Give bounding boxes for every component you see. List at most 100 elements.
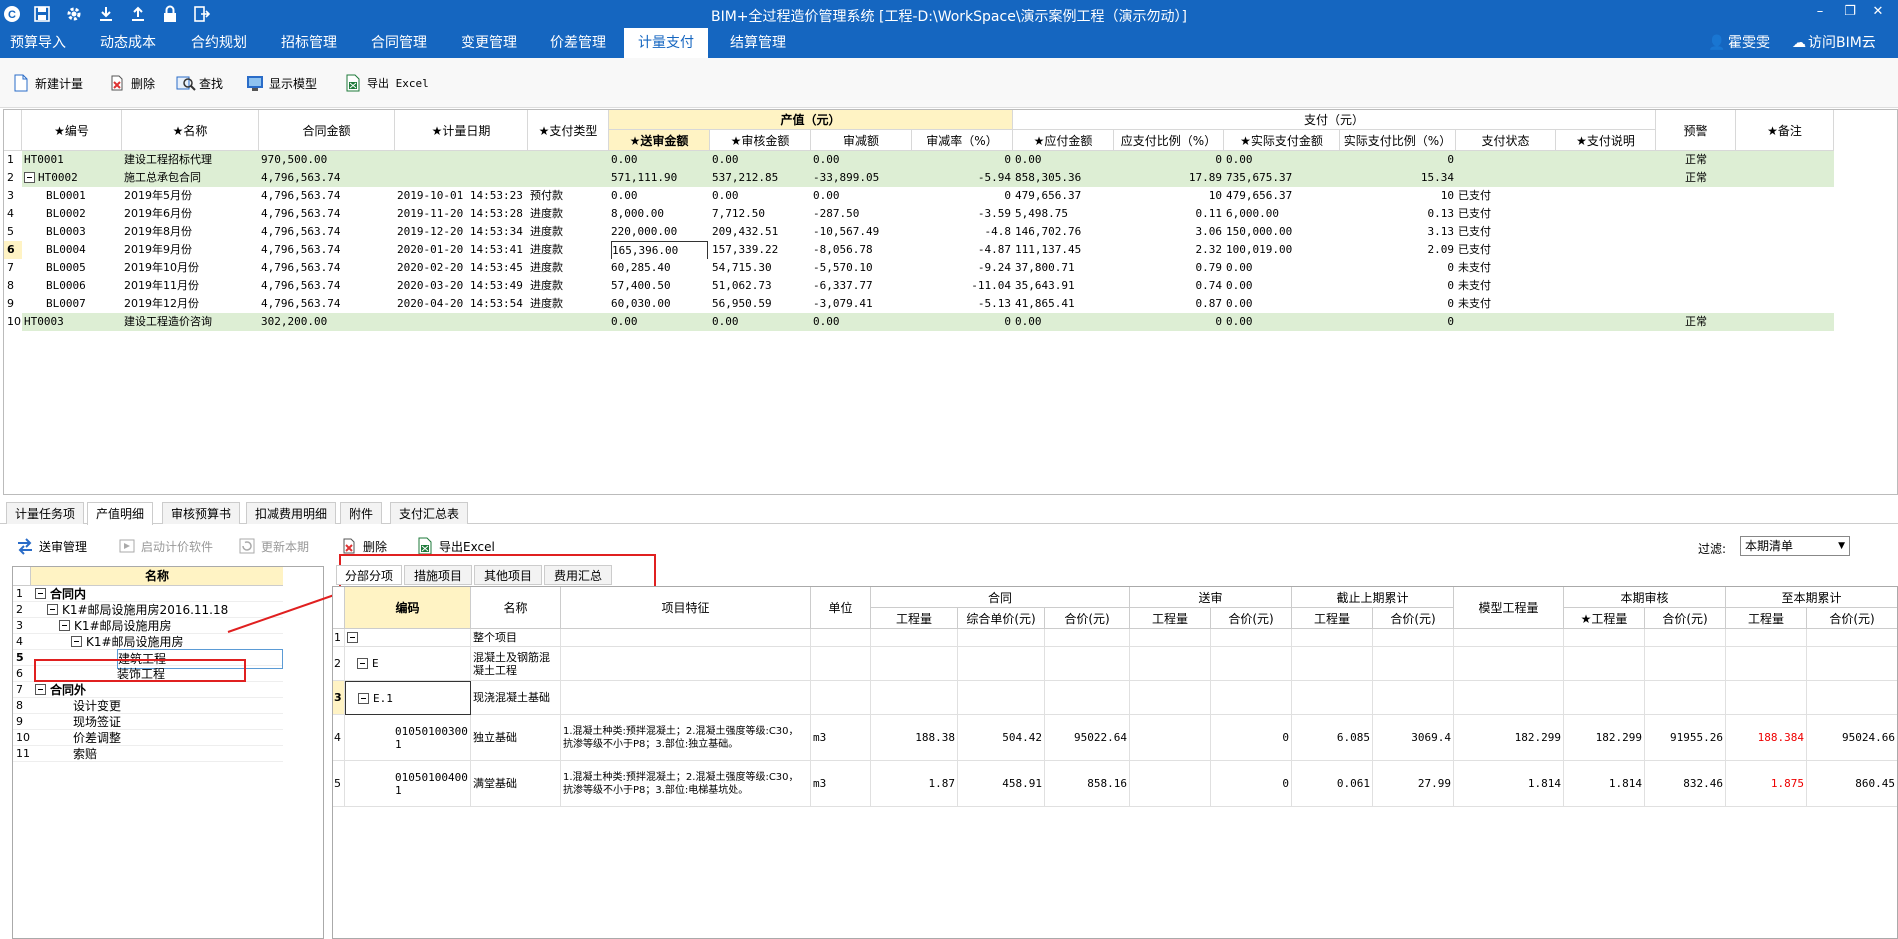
collapse-icon[interactable] (59, 620, 70, 631)
detail-cell[interactable]: 27.99 (1373, 761, 1454, 807)
contract-row[interactable]: 1 HT0001 建设工程招标代理 970,500.00 0.00 0.00 0.00 0 0.… (4, 151, 1834, 169)
cell-date[interactable]: 2020-03-20 14:53:49 (397, 277, 526, 295)
col-warn[interactable]: 预警 (1656, 110, 1736, 151)
dcol-unit[interactable]: 单位 (811, 587, 871, 629)
detail-cell-mq[interactable]: 1.814 (1528, 777, 1561, 790)
tab-review-budget[interactable]: 审核预算书 (162, 502, 241, 524)
cell-submit[interactable]: 165,396.00 (611, 241, 708, 261)
col-review[interactable]: ★审核金额 (710, 130, 811, 151)
cell-due[interactable]: 0.00 (1015, 313, 1112, 331)
tab-pay-summary[interactable]: 支付汇总表 (390, 502, 469, 524)
detail-cell[interactable]: 0 (1211, 761, 1292, 807)
cell-due[interactable]: 479,656.37 (1015, 187, 1112, 205)
cell-date[interactable]: 2020-04-20 14:53:54 (397, 295, 526, 313)
measure-row[interactable]: 6 BL0004 2019年9月份 4,796,563.74 2020-01-20 14… (4, 241, 1834, 261)
tree-node[interactable]: 5 建筑工程 (13, 649, 283, 669)
detail-cell[interactable]: 95024.66 (1807, 715, 1897, 761)
cell-status[interactable]: 未支付 (1458, 259, 1554, 277)
cell-cut[interactable]: -5,570.10 (813, 259, 910, 277)
cell-date[interactable]: 2020-01-20 14:53:41 (397, 241, 526, 259)
col-due-ratio[interactable]: 应支付比例（%） (1114, 130, 1224, 151)
cell-name[interactable]: 2019年11月份 (124, 277, 257, 295)
detail-cell[interactable] (1564, 681, 1645, 715)
detail-cell-unit[interactable]: m3 (813, 731, 826, 744)
tab-divisions[interactable]: 分部分项 (336, 565, 402, 585)
detail-cell[interactable] (871, 681, 958, 715)
measure-row[interactable]: 8 BL0006 2019年11月份 4,796,563.74 2020-03-20 1… (4, 277, 1834, 295)
tree-node[interactable]: 7 合同外 (13, 682, 283, 698)
cell-dueR[interactable]: 0.79 (1116, 259, 1223, 277)
tree-node-label[interactable]: 索赔 (73, 745, 97, 763)
collapse-icon[interactable] (358, 692, 369, 704)
detail-cell[interactable]: 91955.26 (1645, 715, 1726, 761)
detail-cell[interactable] (1211, 647, 1292, 681)
cell-type[interactable]: 进度款 (530, 295, 607, 313)
delete-button[interactable]: 删除 (108, 72, 155, 94)
detail-cell[interactable]: 182.299 (1564, 715, 1645, 761)
tree-node[interactable]: 8 设计变更 (13, 698, 283, 714)
detail-cell[interactable] (1130, 761, 1211, 807)
cell-act[interactable]: 0.00 (1226, 151, 1338, 169)
detail-cell[interactable]: 整个项目 (471, 629, 561, 647)
cell-submit[interactable]: 60,285.40 (611, 259, 708, 277)
detail-cell[interactable]: 458.91 (958, 761, 1045, 807)
detail-cell[interactable] (811, 647, 871, 681)
measure-row[interactable]: 3 BL0001 2019年5月份 4,796,563.74 2019-10-01 14… (4, 187, 1834, 205)
cell-code[interactable]: BL0006 (46, 277, 120, 295)
cell-cut[interactable]: -10,567.49 (813, 223, 910, 241)
dcol-contract-qty[interactable]: 工程量 (871, 608, 958, 629)
restore-icon[interactable]: ❐ (1838, 4, 1862, 19)
detail-cell[interactable]: 现浇混凝土基础 (471, 681, 561, 715)
cell-code[interactable]: BL0003 (46, 223, 120, 241)
menu-settlement[interactable]: 结算管理 (720, 28, 796, 58)
cell-act[interactable]: 735,675.37 (1226, 169, 1338, 187)
col-cutrate[interactable]: 审减率（%） (912, 130, 1013, 151)
dcol-todate-total[interactable]: 合价(元) (1807, 608, 1897, 629)
cell-amount[interactable]: 4,796,563.74 (261, 259, 393, 277)
detail-cell-feature[interactable]: 1.混凝土种类:预拌混凝土；2.混凝土强度等级:C30，抗渗等级不小于P8；3.… (563, 771, 808, 797)
detail-cell[interactable]: 858.16 (1045, 761, 1130, 807)
cell-amount[interactable]: 4,796,563.74 (261, 223, 393, 241)
collapse-icon[interactable] (357, 658, 368, 669)
cell-amount[interactable]: 4,796,563.74 (261, 169, 393, 187)
detail-cell-tt[interactable]: 860.45 (1855, 777, 1895, 790)
cell-act[interactable]: 100,019.00 (1226, 241, 1338, 259)
cell-status[interactable]: 已支付 (1458, 205, 1554, 223)
detail-cell[interactable] (1454, 629, 1564, 647)
dcol-submit-total[interactable]: 合价(元) (1211, 608, 1292, 629)
col-actual-ratio[interactable]: 实际支付比例（%） (1340, 130, 1456, 151)
cell-cut[interactable]: 0.00 (813, 151, 910, 169)
detail-cell[interactable] (1211, 681, 1292, 715)
detail-cell-code[interactable]: 010501003001 (395, 725, 468, 751)
cell-code[interactable]: HT0001 (24, 151, 120, 169)
cell-actR[interactable]: 0.13 (1342, 205, 1455, 223)
cell-review[interactable]: 56,950.59 (712, 295, 809, 313)
collapse-icon[interactable] (35, 588, 46, 599)
cell-actR[interactable]: 2.09 (1342, 241, 1455, 259)
detail-cell[interactable]: 188.384 (1726, 715, 1807, 761)
tab-attachment[interactable]: 附件 (340, 502, 383, 524)
cell-rate[interactable]: 0 (914, 187, 1011, 205)
detail-cell-rt[interactable]: 832.46 (1683, 777, 1723, 790)
col-note[interactable]: ★备注 (1736, 110, 1834, 151)
cell-rate[interactable]: -4.87 (914, 241, 1011, 259)
cell-amount[interactable]: 302,200.00 (261, 313, 393, 331)
dcol-todate-qty[interactable]: 工程量 (1726, 608, 1807, 629)
cell-review[interactable]: 54,715.30 (712, 259, 809, 277)
cell-code[interactable]: BL0002 (46, 205, 120, 223)
dcol-prev-total[interactable]: 合价(元) (1373, 608, 1454, 629)
cell-actR[interactable]: 10 (1342, 187, 1454, 205)
collapse-icon[interactable] (347, 632, 358, 643)
launch-pricing-button[interactable]: 启动计价软件 (118, 535, 213, 557)
cell-actR[interactable]: 0 (1342, 313, 1454, 331)
cell-amount[interactable]: 4,796,563.74 (261, 205, 393, 223)
cell-due[interactable]: 111,137.45 (1015, 241, 1112, 259)
cell-review[interactable]: 209,432.51 (712, 223, 809, 241)
detail-cell[interactable] (1454, 647, 1564, 681)
cell-due[interactable]: 35,643.91 (1015, 277, 1112, 295)
tree-node[interactable]: 6 装饰工程 (13, 666, 283, 682)
cell-due[interactable]: 858,305.36 (1015, 169, 1112, 187)
cell-actR[interactable]: 0 (1342, 151, 1454, 169)
detail-cell[interactable]: 504.42 (958, 715, 1045, 761)
cell-cut[interactable]: -33,899.05 (813, 169, 910, 187)
